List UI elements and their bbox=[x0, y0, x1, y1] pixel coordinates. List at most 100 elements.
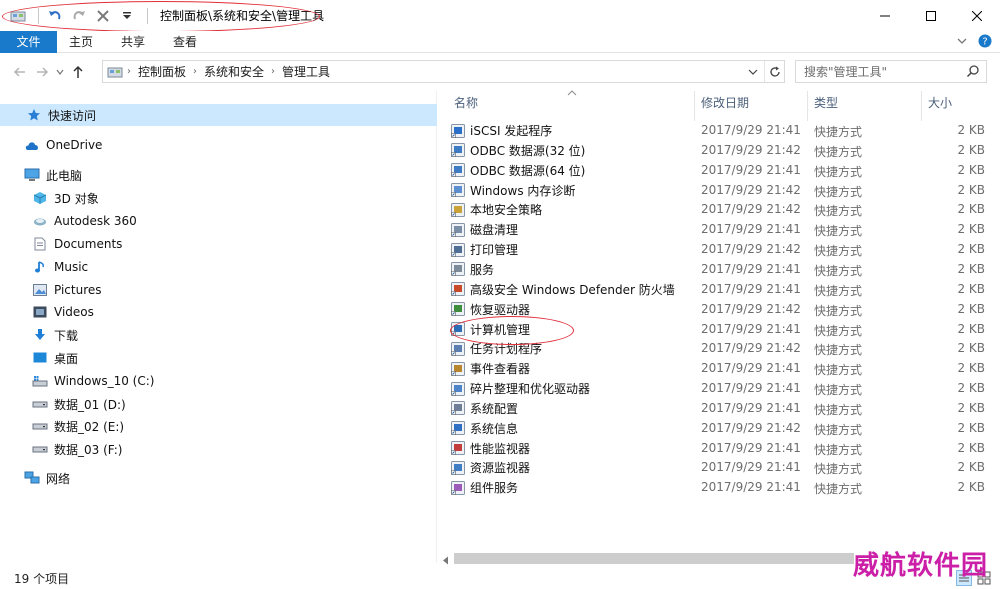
file-size: 2 KB bbox=[957, 321, 985, 336]
task-scheduler-icon bbox=[450, 341, 466, 357]
close-button[interactable] bbox=[954, 0, 1000, 31]
column-header-name[interactable]: 名称 bbox=[454, 91, 478, 113]
nav-downloads[interactable]: 下载 bbox=[32, 324, 78, 346]
customize-toolbar-icon[interactable] bbox=[117, 6, 137, 26]
minimize-button[interactable] bbox=[862, 0, 908, 31]
nav-autodesk-360[interactable]: Autodesk 360 bbox=[32, 210, 137, 232]
breadcrumb-admin-tools[interactable]: 管理工具 bbox=[279, 63, 333, 80]
iscsi-icon bbox=[450, 123, 466, 139]
file-row[interactable]: 本地安全策略 2017/9/29 21:42 快捷方式 2 KB bbox=[450, 199, 995, 219]
column-header-size[interactable]: 大小 bbox=[928, 91, 952, 113]
file-name-cell: iSCSI 发起程序 bbox=[450, 122, 552, 139]
address-bar[interactable]: › 控制面板 › 系统和安全 › 管理工具 bbox=[102, 60, 785, 83]
file-row[interactable]: 系统配置 2017/9/29 21:41 快捷方式 2 KB bbox=[450, 398, 995, 418]
file-list: 名称 修改日期 类型 大小 iSCSI 发起程序 2017/9/29 21:41 快… bbox=[438, 90, 1000, 563]
file-date: 2017/9/29 21:41 bbox=[701, 222, 801, 237]
tab-share[interactable]: 共享 bbox=[107, 31, 159, 53]
file-row[interactable]: iSCSI 发起程序 2017/9/29 21:41 快捷方式 2 KB bbox=[450, 120, 995, 140]
file-row[interactable]: ODBC 数据源(64 位) 2017/9/29 21:41 快捷方式 2 KB bbox=[450, 160, 995, 180]
breadcrumb-control-panel[interactable]: 控制面板 bbox=[135, 63, 189, 80]
file-row[interactable]: 打印管理 2017/9/29 21:42 快捷方式 2 KB bbox=[450, 239, 995, 259]
delete-icon[interactable] bbox=[93, 6, 113, 26]
column-divider[interactable] bbox=[921, 91, 922, 121]
maximize-button[interactable] bbox=[908, 0, 954, 31]
control-panel-icon[interactable] bbox=[8, 6, 28, 26]
file-size: 2 KB bbox=[957, 182, 985, 197]
file-date: 2017/9/29 21:42 bbox=[701, 242, 801, 257]
nav-desktop[interactable]: 桌面 bbox=[32, 347, 78, 369]
file-row[interactable]: 任务计划程序 2017/9/29 21:42 快捷方式 2 KB bbox=[450, 338, 995, 358]
file-row[interactable]: 碎片整理和优化驱动器 2017/9/29 21:41 快捷方式 2 KB bbox=[450, 378, 995, 398]
file-row[interactable]: Windows 内存诊断 2017/9/29 21:42 快捷方式 2 KB bbox=[450, 180, 995, 200]
file-size: 2 KB bbox=[957, 480, 985, 495]
address-history-dropdown-icon[interactable] bbox=[744, 61, 762, 82]
breadcrumb-separator-icon[interactable]: › bbox=[189, 66, 201, 77]
file-row[interactable]: 系统信息 2017/9/29 21:42 快捷方式 2 KB bbox=[450, 418, 995, 438]
file-row[interactable]: 高级安全 Windows Defender 防火墙 2017/9/29 21:41… bbox=[450, 279, 995, 299]
file-date: 2017/9/29 21:42 bbox=[701, 341, 801, 356]
recent-locations-icon[interactable] bbox=[53, 61, 67, 83]
3d-objects-icon bbox=[32, 190, 48, 206]
nav-label: 网络 bbox=[46, 471, 71, 486]
help-icon[interactable]: ? bbox=[978, 34, 992, 51]
file-type: 快捷方式 bbox=[814, 283, 863, 298]
redo-icon[interactable] bbox=[69, 6, 89, 26]
nav-drive-c[interactable]: Windows_10 (C:) bbox=[32, 370, 154, 392]
file-row[interactable]: 计算机管理 2017/9/29 21:41 快捷方式 2 KB bbox=[450, 319, 995, 339]
nav-drive-e[interactable]: 数据_02 (E:) bbox=[32, 415, 124, 437]
file-name-cell: 碎片整理和优化驱动器 bbox=[450, 380, 590, 397]
nav-music[interactable]: Music bbox=[32, 256, 88, 278]
file-date: 2017/9/29 21:41 bbox=[701, 261, 801, 276]
column-divider[interactable] bbox=[694, 91, 695, 121]
search-input[interactable]: 搜索"管理工具" bbox=[795, 60, 987, 83]
scroll-left-icon[interactable] bbox=[442, 554, 450, 568]
nav-onedrive[interactable]: OneDrive bbox=[24, 134, 102, 156]
nav-drive-f[interactable]: 数据_03 (F:) bbox=[32, 438, 122, 460]
forward-button[interactable] bbox=[31, 61, 53, 83]
file-row[interactable]: 恢复驱动器 2017/9/29 21:42 快捷方式 2 KB bbox=[450, 299, 995, 319]
odbc-icon bbox=[450, 142, 466, 158]
column-divider[interactable] bbox=[807, 91, 808, 121]
nav-videos[interactable]: Videos bbox=[32, 301, 94, 323]
nav-3d-objects[interactable]: 3D 对象 bbox=[32, 187, 99, 209]
nav-pictures[interactable]: Pictures bbox=[32, 279, 102, 301]
search-placeholder: 搜索"管理工具" bbox=[804, 65, 888, 79]
nav-this-pc[interactable]: 此电脑 bbox=[24, 164, 82, 186]
star-icon bbox=[26, 107, 42, 123]
breadcrumb-system-security[interactable]: 系统和安全 bbox=[201, 63, 267, 80]
file-name: 恢复驱动器 bbox=[470, 302, 531, 317]
back-button[interactable] bbox=[9, 61, 31, 83]
window-title: 控制面板\系统和安全\管理工具 bbox=[160, 9, 325, 23]
undo-icon[interactable] bbox=[45, 6, 65, 26]
scrollbar-thumb[interactable] bbox=[454, 553, 854, 564]
breadcrumb-separator-icon[interactable]: › bbox=[267, 66, 279, 77]
file-row[interactable]: 资源监视器 2017/9/29 21:41 快捷方式 2 KB bbox=[450, 457, 995, 477]
nav-quick-access[interactable]: 快速访问 bbox=[0, 104, 437, 126]
file-row[interactable]: 磁盘清理 2017/9/29 21:41 快捷方式 2 KB bbox=[450, 219, 995, 239]
refresh-icon[interactable] bbox=[764, 61, 784, 82]
performance-monitor-icon bbox=[450, 440, 466, 456]
file-row[interactable]: 事件查看器 2017/9/29 21:41 快捷方式 2 KB bbox=[450, 358, 995, 378]
nav-label: 桌面 bbox=[54, 351, 79, 366]
file-size: 2 KB bbox=[957, 301, 985, 316]
expand-ribbon-icon[interactable] bbox=[956, 35, 968, 50]
nav-network[interactable]: 网络 bbox=[24, 467, 70, 489]
file-row[interactable]: 组件服务 2017/9/29 21:41 快捷方式 2 KB bbox=[450, 477, 995, 497]
up-button[interactable] bbox=[67, 61, 89, 83]
column-header-type[interactable]: 类型 bbox=[814, 91, 838, 113]
search-icon[interactable] bbox=[966, 64, 980, 81]
file-row[interactable]: 服务 2017/9/29 21:41 快捷方式 2 KB bbox=[450, 259, 995, 279]
file-date: 2017/9/29 21:41 bbox=[701, 361, 801, 376]
file-row[interactable]: ODBC 数据源(32 位) 2017/9/29 21:42 快捷方式 2 KB bbox=[450, 140, 995, 160]
tab-home[interactable]: 主页 bbox=[57, 31, 107, 53]
file-name-cell: ODBC 数据源(32 位) bbox=[450, 142, 585, 159]
disk-cleanup-icon bbox=[450, 222, 466, 238]
column-header-date[interactable]: 修改日期 bbox=[701, 91, 749, 113]
nav-drive-d[interactable]: 数据_01 (D:) bbox=[32, 393, 126, 415]
breadcrumb-separator-icon[interactable]: › bbox=[123, 66, 135, 77]
file-row[interactable]: 性能监视器 2017/9/29 21:41 快捷方式 2 KB bbox=[450, 438, 995, 458]
title-bar: 控制面板\系统和安全\管理工具 bbox=[0, 0, 1000, 31]
tab-file[interactable]: 文件 bbox=[0, 30, 57, 53]
tab-view[interactable]: 查看 bbox=[159, 31, 211, 53]
nav-documents[interactable]: Documents bbox=[32, 233, 122, 255]
